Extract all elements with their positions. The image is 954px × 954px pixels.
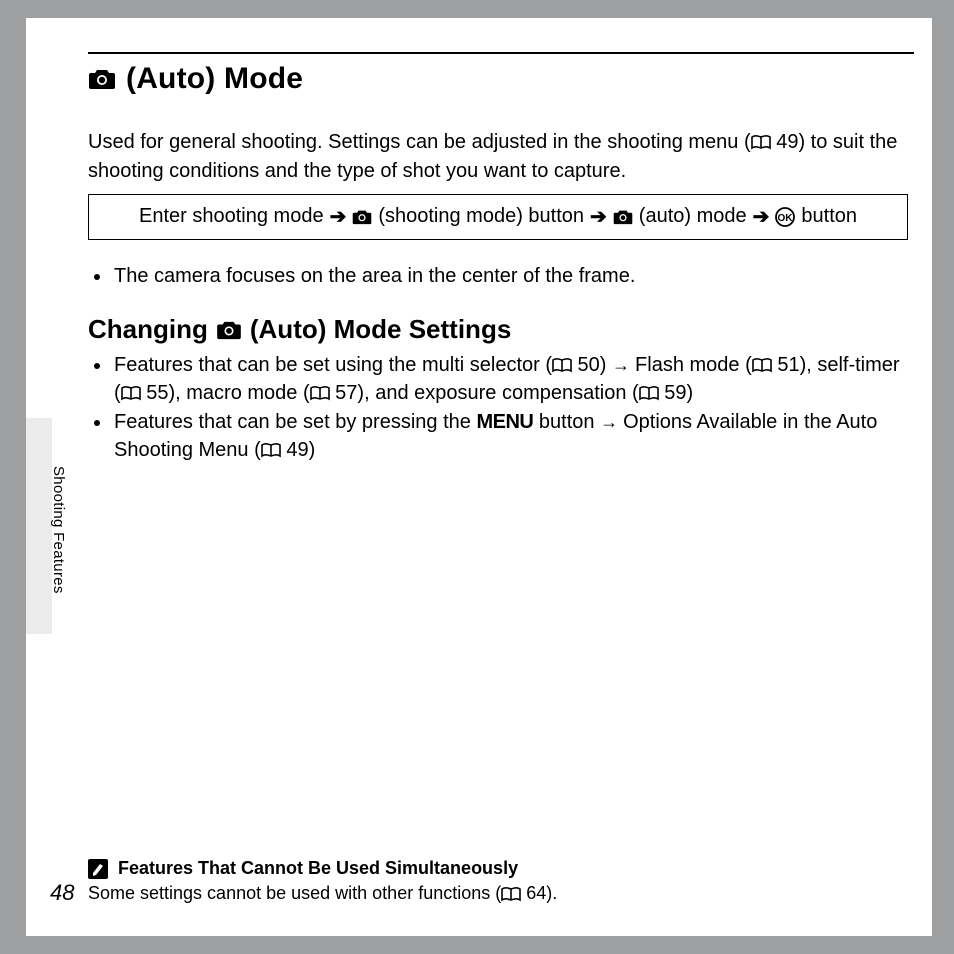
book-icon <box>501 887 521 902</box>
text: 59) <box>659 382 693 404</box>
camera-icon <box>88 68 116 90</box>
list-item: The camera focuses on the area in the ce… <box>112 262 908 291</box>
camera-icon <box>216 320 242 340</box>
book-icon <box>639 386 659 401</box>
book-icon <box>552 358 572 373</box>
navigation-path-box: Enter shooting mode ➔ (shooting mode) bu… <box>88 194 908 240</box>
heading-text-2: (Auto) Mode Settings <box>250 314 511 345</box>
header-rule <box>88 52 914 54</box>
book-icon <box>261 443 281 458</box>
book-icon <box>751 135 771 150</box>
side-section-label: Shooting Features <box>50 466 67 594</box>
page-number: 48 <box>50 880 74 906</box>
book-icon <box>310 386 330 401</box>
section-heading: Changing (Auto) Mode Settings <box>88 314 511 345</box>
intro-paragraph: Used for general shooting. Settings can … <box>88 128 908 186</box>
nav-step-2: (shooting mode) button <box>378 205 584 228</box>
side-tab <box>26 418 52 634</box>
svg-text:OK: OK <box>778 213 794 224</box>
text: Flash mode ( <box>635 354 752 376</box>
footnote-title: Features That Cannot Be Used Simultaneou… <box>88 858 908 879</box>
text: Some settings cannot be used with other … <box>88 883 501 903</box>
heading-text: Changing <box>88 314 208 345</box>
page-title: (Auto) Mode <box>88 62 303 96</box>
arrow-icon: ➔ <box>753 204 770 229</box>
ok-button-icon: OK <box>775 207 795 227</box>
text: Features that can be set using the multi… <box>114 354 552 376</box>
footnote-title-text: Features That Cannot Be Used Simultaneou… <box>118 858 518 879</box>
arrow-icon: → <box>600 412 623 432</box>
pencil-note-icon <box>88 859 108 879</box>
nav-step-1: Enter shooting mode <box>139 205 324 228</box>
book-icon <box>121 386 141 401</box>
footnote-body: Some settings cannot be used with other … <box>88 883 908 904</box>
camera-icon <box>613 209 633 225</box>
bullet-list-2: Features that can be set using the multi… <box>88 352 908 466</box>
nav-step-3: (auto) mode <box>639 205 747 228</box>
text: 50) <box>572 354 606 376</box>
arrow-icon: → <box>612 355 635 375</box>
manual-page: (Auto) Mode Used for general shooting. S… <box>26 18 932 936</box>
arrow-icon: ➔ <box>590 204 607 229</box>
book-icon <box>752 358 772 373</box>
arrow-icon: ➔ <box>330 204 347 229</box>
menu-button-label: MENU <box>476 411 533 433</box>
text: 49) <box>281 439 315 461</box>
nav-step-4: button <box>801 205 857 228</box>
list-item: Features that can be set by pressing the… <box>112 409 908 464</box>
list-item: Features that can be set using the multi… <box>112 352 908 407</box>
camera-icon <box>352 209 372 225</box>
bullet-text: The camera focuses on the area in the ce… <box>114 265 635 287</box>
text: 64). <box>521 883 557 903</box>
text: button <box>533 411 594 433</box>
title-text: (Auto) Mode <box>126 62 303 96</box>
intro-text: Used for general shooting. Settings can … <box>88 131 751 153</box>
text: 55), macro mode ( <box>141 382 310 404</box>
bullet-list-1: The camera focuses on the area in the ce… <box>88 262 908 293</box>
text: Features that can be set by pressing the <box>114 411 476 433</box>
text: 57), and exposure compensation ( <box>330 382 639 404</box>
footnote-block: Features That Cannot Be Used Simultaneou… <box>88 858 908 904</box>
